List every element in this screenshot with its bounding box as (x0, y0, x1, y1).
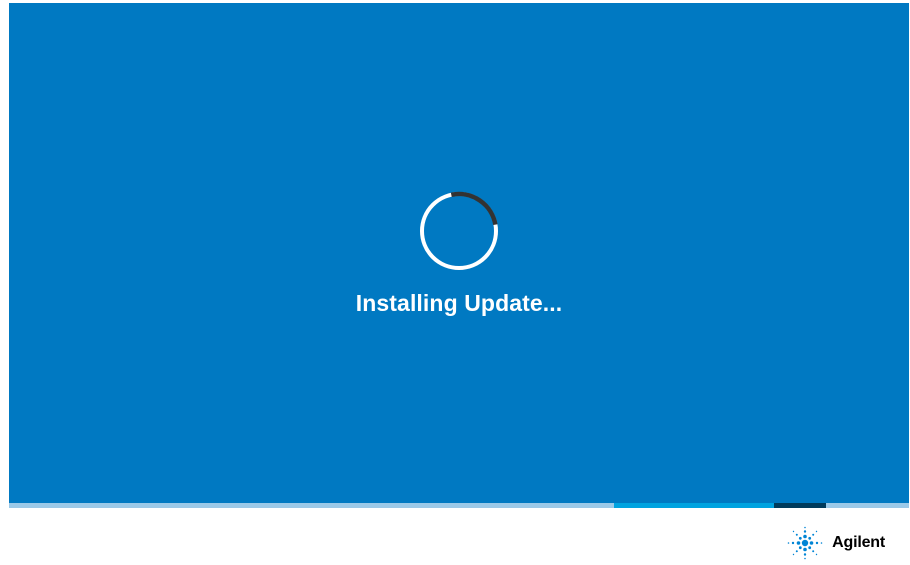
installer-panel: Installing Update... (9, 3, 909, 503)
install-window: Installing Update... Agilent (9, 3, 909, 563)
agilent-spark-logo-icon (787, 526, 823, 560)
footer: Agilent (9, 508, 909, 563)
brand-name: Agilent (832, 534, 885, 551)
brand-logo: Agilent (786, 526, 885, 560)
loading-spinner-icon (420, 191, 498, 270)
status-message: Installing Update... (355, 290, 563, 316)
